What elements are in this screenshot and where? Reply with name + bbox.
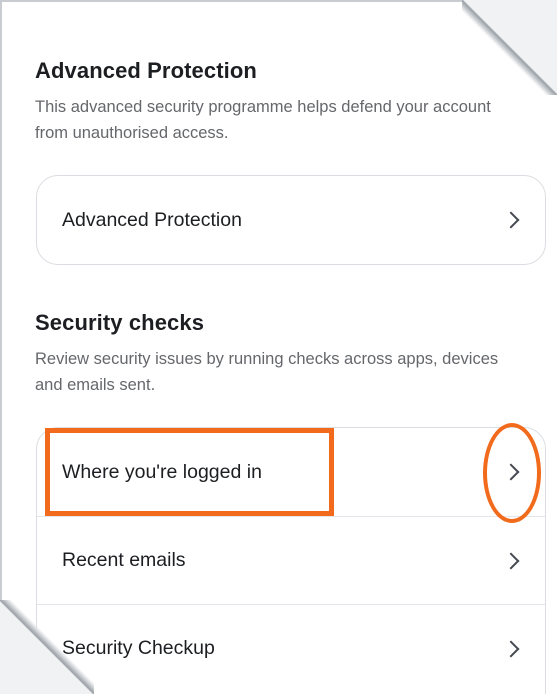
advanced-protection-item-label: Advanced Protection bbox=[62, 208, 242, 231]
highlight-rectangle bbox=[45, 428, 334, 516]
chevron-right-icon bbox=[502, 211, 520, 229]
chevron-right-icon bbox=[502, 640, 520, 657]
page-corner-fold-top-right bbox=[462, 0, 557, 95]
recent-emails-item[interactable]: Recent emails bbox=[37, 516, 545, 604]
advanced-protection-card: Advanced Protection bbox=[36, 175, 546, 265]
advanced-protection-heading: Advanced Protection bbox=[35, 58, 257, 83]
frame-edge-top bbox=[0, 0, 462, 2]
security-checks-heading: Security checks bbox=[35, 310, 205, 335]
settings-page: Advanced Protection This advanced securi… bbox=[0, 0, 557, 694]
screenshot-stage: Advanced Protection This advanced securi… bbox=[0, 0, 557, 694]
security-checks-description: Review security issues by running checks… bbox=[35, 350, 499, 394]
highlight-ellipse bbox=[483, 423, 541, 523]
advanced-protection-item[interactable]: Advanced Protection bbox=[37, 176, 545, 264]
recent-emails-item-label: Recent emails bbox=[62, 549, 186, 571]
chevron-right-icon bbox=[502, 552, 520, 569]
frame-edge-left bbox=[0, 0, 2, 600]
page-corner-fold-bottom-left bbox=[0, 600, 94, 694]
security-checkup-item[interactable]: Security Checkup bbox=[37, 604, 545, 692]
advanced-protection-description: This advanced security programme helps d… bbox=[35, 98, 491, 142]
